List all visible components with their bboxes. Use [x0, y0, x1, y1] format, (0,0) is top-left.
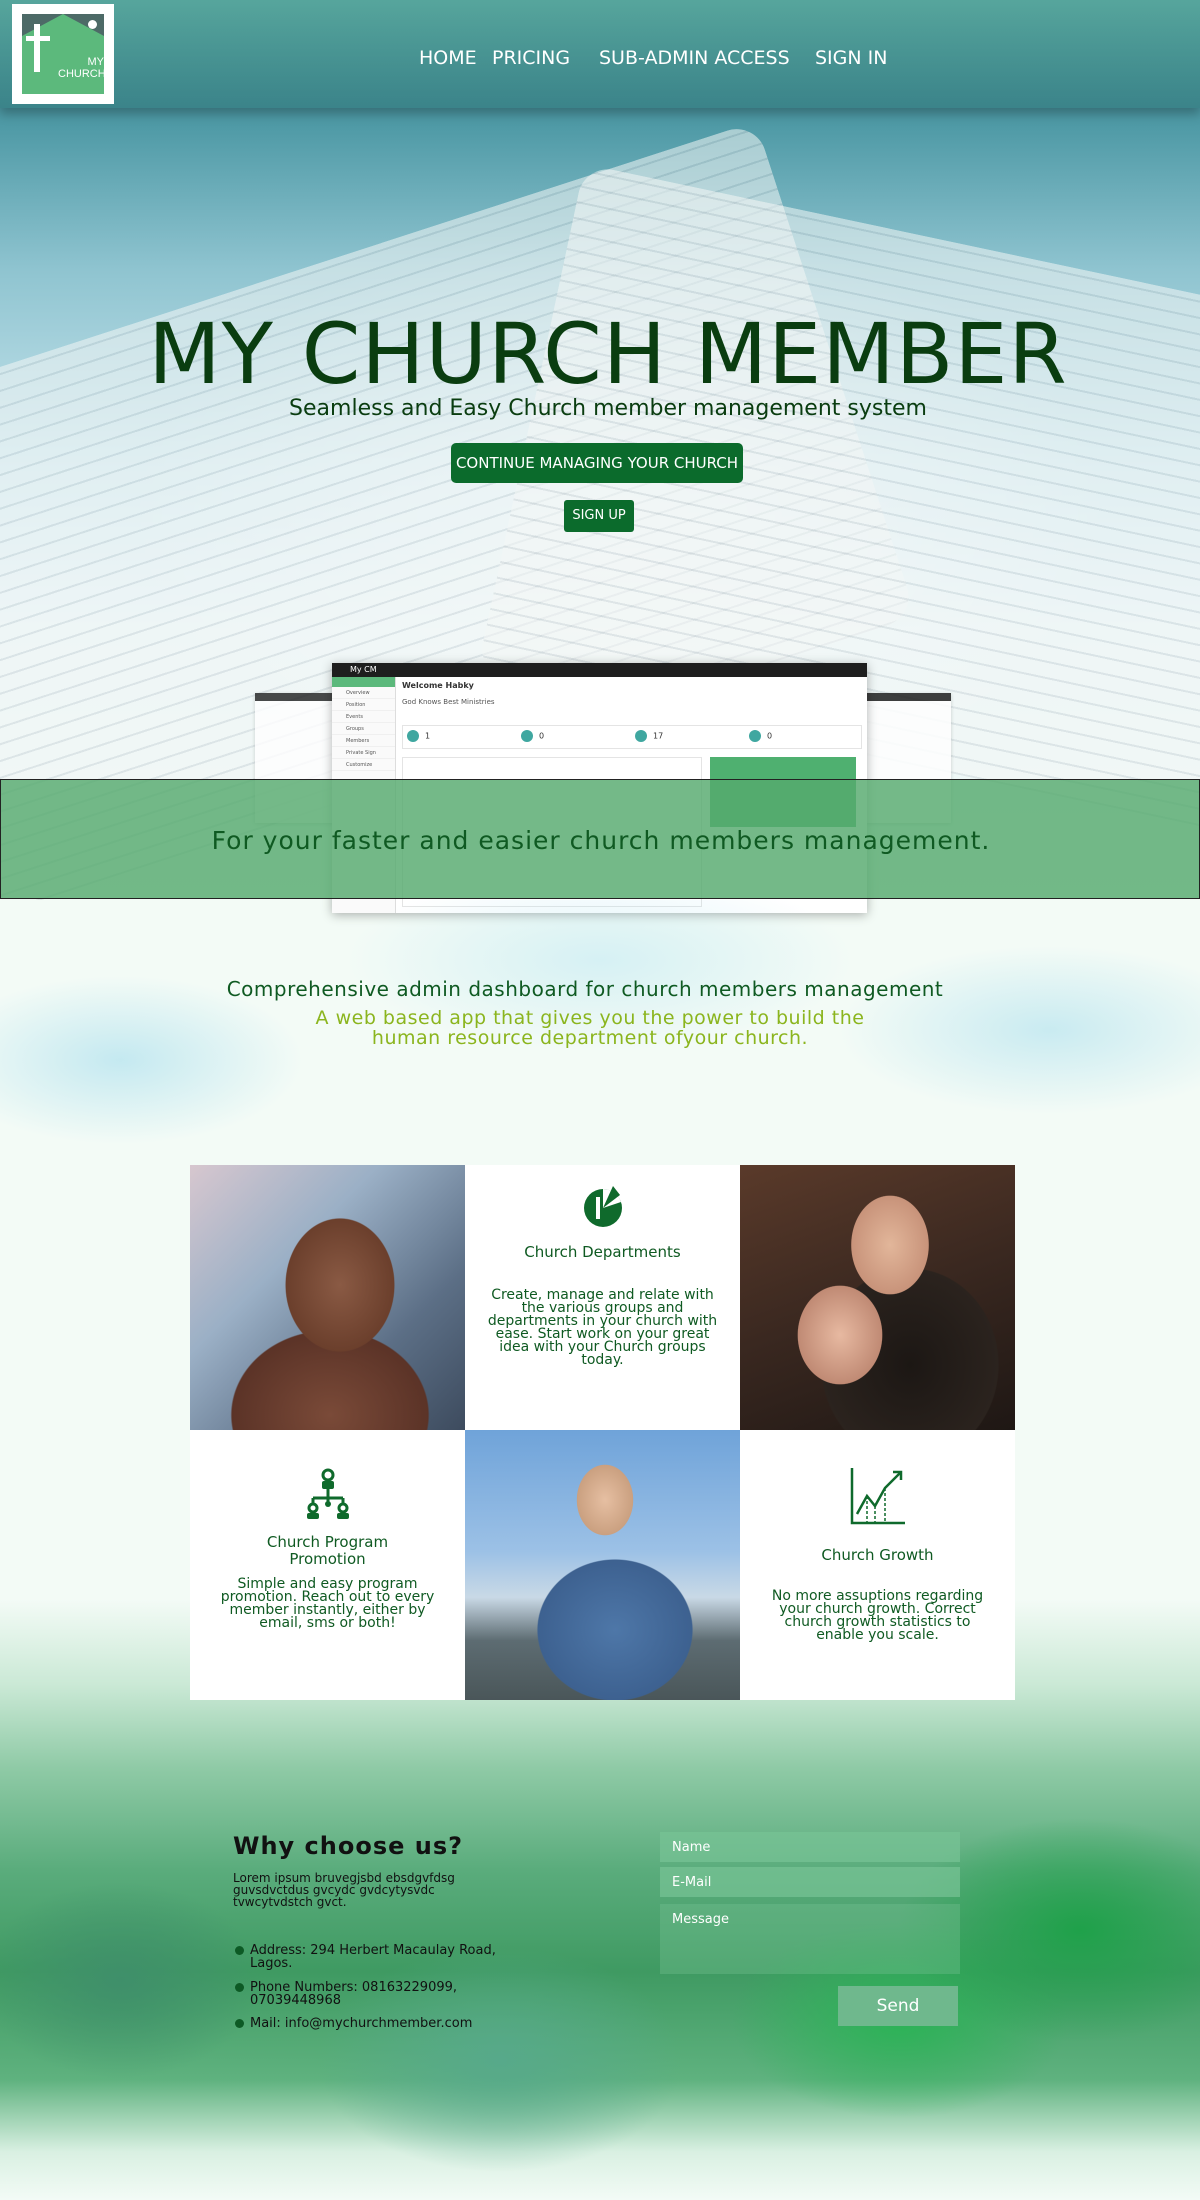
- mockup-app-name: My CM: [332, 663, 867, 677]
- pie-chart-icon: [583, 1186, 622, 1227]
- feature-title: Church Program Promotion: [266, 1533, 389, 1568]
- bullet-icon: [235, 2019, 244, 2028]
- cross-icon: [34, 24, 40, 72]
- logo-text: MY CHURCH: [58, 56, 106, 80]
- growth-chart-icon: [850, 1468, 905, 1525]
- tagline-banner: For your faster and easier church member…: [0, 779, 1200, 899]
- bullet-icon: [235, 1983, 244, 1992]
- photo-couple: [740, 1165, 1015, 1430]
- hero-title: MY CHURCH MEMBER: [148, 305, 1068, 403]
- photo-woman-beach: [465, 1430, 740, 1700]
- mockup-stats: 1 0 17 0: [402, 725, 862, 749]
- mockup-sidebar-item: Private Sign: [332, 747, 395, 759]
- feature-grid: Church Departments Create, manage and re…: [190, 1165, 1015, 1700]
- navbar: MY CHURCH HOME PRICING SUB-ADMIN ACCESS …: [0, 0, 1200, 108]
- mockup-sidebar-item: Events: [332, 711, 395, 723]
- church-logo[interactable]: MY CHURCH: [12, 4, 114, 104]
- continue-managing-button[interactable]: CONTINUE MANAGING YOUR CHURCH: [451, 443, 743, 483]
- send-button[interactable]: Send: [838, 1986, 958, 2026]
- name-field[interactable]: Name: [660, 1832, 960, 1862]
- contact-mail: Mail: info@mychurchmember.com: [235, 2017, 525, 2030]
- intro-title: Comprehensive admin dashboard for church…: [226, 977, 944, 1001]
- mockup-welcome: Welcome Habky: [402, 681, 474, 690]
- nav-sub-admin-access[interactable]: SUB-ADMIN ACCESS: [599, 47, 790, 69]
- nav-pricing[interactable]: PRICING: [492, 47, 570, 69]
- hero-subtitle: Seamless and Easy Church member manageme…: [289, 396, 927, 421]
- why-description: Lorem ipsum bruvegjsbd ebsdgvfdsg guvsdv…: [233, 1871, 455, 1909]
- logo-icon: MY CHURCH: [22, 14, 106, 94]
- banner-text: For your faster and easier church member…: [211, 826, 991, 855]
- why-choose-us-heading: Why choose us?: [233, 1832, 464, 1860]
- nav-home[interactable]: HOME: [419, 47, 477, 69]
- email-field[interactable]: E-Mail: [660, 1867, 960, 1897]
- feature-card-promotion: Church Program Promotion Simple and easy…: [190, 1430, 465, 1700]
- feature-description: Simple and easy program promotion. Reach…: [220, 1576, 435, 1631]
- feature-title: Church Growth: [821, 1546, 934, 1564]
- hero-signup-button[interactable]: SIGN UP: [564, 500, 634, 532]
- nav-sign-in[interactable]: SIGN IN: [815, 47, 887, 69]
- feature-description: Create, manage and relate with the vario…: [487, 1287, 718, 1368]
- mockup-sidebar-item: Groups: [332, 723, 395, 735]
- contact-phone: Phone Numbers: 08163229099, 07039448968: [235, 1981, 525, 2007]
- mockup-sidebar-item: Customize: [332, 759, 395, 771]
- intro-subtitle: A web based app that gives you the power…: [315, 1007, 865, 1049]
- photo-laughing-boy: [190, 1165, 465, 1430]
- feature-description: No more assuptions regarding your church…: [771, 1588, 984, 1643]
- feature-title: Church Departments: [524, 1243, 681, 1261]
- mockup-org: God Knows Best Ministries: [402, 698, 495, 706]
- contact-address: Address: 294 Herbert Macaulay Road, Lago…: [235, 1944, 525, 1970]
- mockup-sidebar-item: Position: [332, 699, 395, 711]
- bullet-icon: [235, 1946, 244, 1955]
- hierarchy-icon: [306, 1468, 349, 1519]
- mockup-sidebar-item: Overview: [332, 687, 395, 699]
- mockup-sidebar-item: Members: [332, 735, 395, 747]
- feature-card-growth: Church Growth No more assuptions regardi…: [740, 1430, 1015, 1700]
- message-field[interactable]: Message: [660, 1904, 960, 1974]
- feature-card-departments: Church Departments Create, manage and re…: [465, 1165, 740, 1430]
